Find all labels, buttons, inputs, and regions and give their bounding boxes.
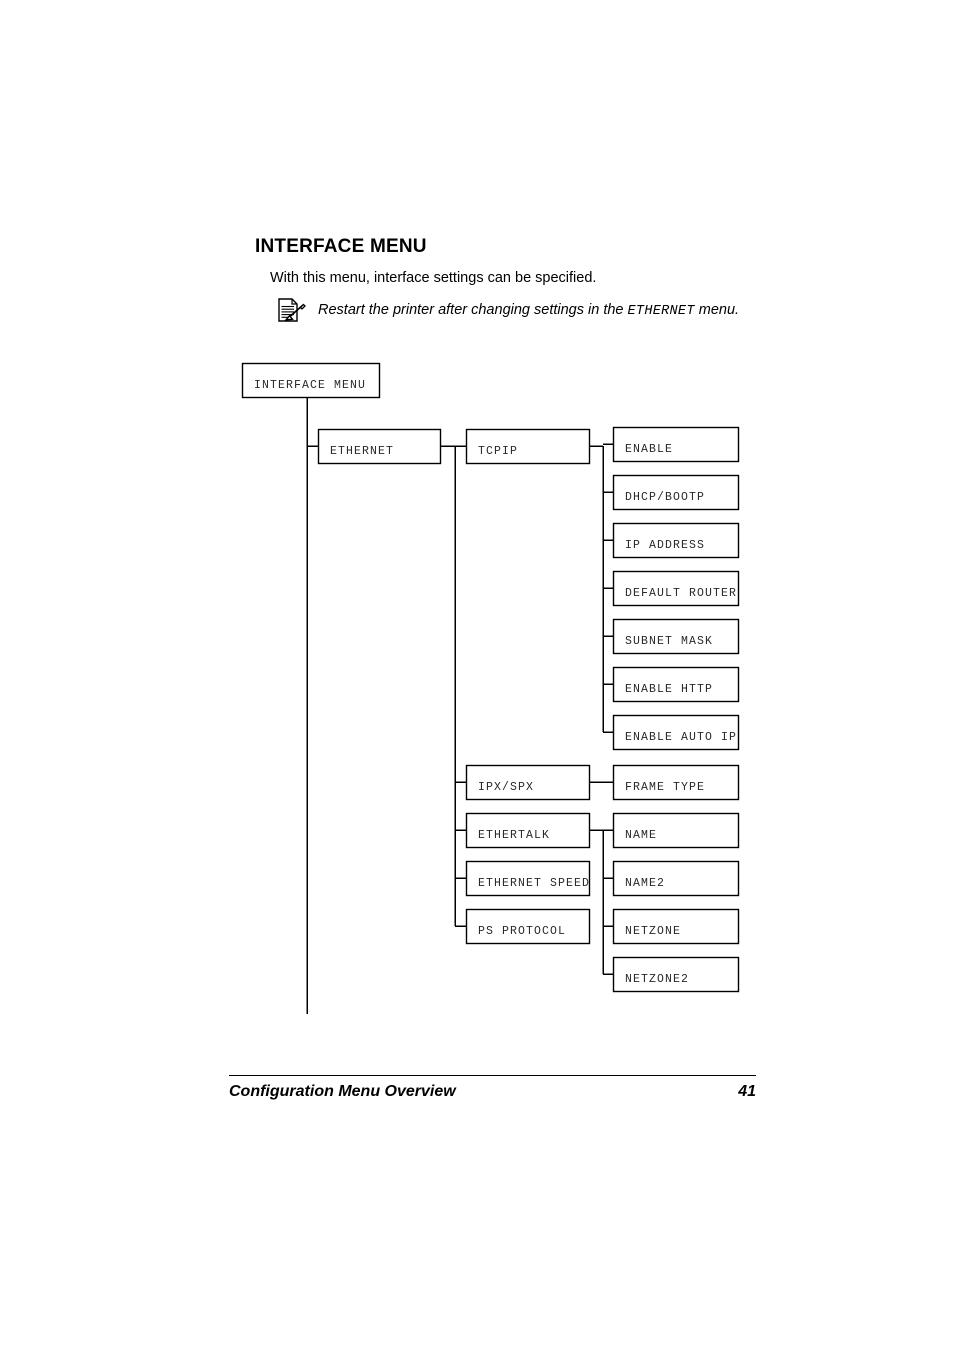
menu-node-label: ETHERTALK [478,829,550,842]
menu-node-netzone2[interactable]: NETZONE2 [612,956,740,993]
menu-node-enable[interactable]: ENABLE [612,426,740,463]
menu-node-label: NETZONE [625,925,681,938]
menu-node-label: NAME [625,829,657,842]
menu-node-enable-auto-ip[interactable]: ENABLE AUTO IP [612,714,740,751]
menu-node-ethernet[interactable]: ETHERNET [317,428,442,465]
menu-node-label: ETHERNET [330,445,394,458]
menu-node-label: IP ADDRESS [625,539,705,552]
diagram-nodes: INTERFACE MENU ETHERNET TCPIP IPX/SPX ETHERT… [241,362,740,993]
menu-node-label: PS PROTOCOL [478,925,566,938]
menu-node-name2[interactable]: NAME2 [612,860,740,897]
menu-node-tcpip[interactable]: TCPIP [465,428,591,465]
menu-node-label: DEFAULT ROUTER [625,587,737,600]
menu-node-ip-address[interactable]: IP ADDRESS [612,522,740,559]
footer-divider [229,1075,756,1076]
menu-tree-diagram: INTERFACE MENU ETHERNET TCPIP IPX/SPX ETHERT… [241,362,740,1014]
footer-page-number: 41 [738,1083,756,1100]
menu-node-ps-protocol[interactable]: PS PROTOCOL [465,908,591,945]
menu-node-dhcp-bootp[interactable]: DHCP/BOOTP [612,474,740,511]
menu-node-netzone[interactable]: NETZONE [612,908,740,945]
menu-node-ipx-spx[interactable]: IPX/SPX [465,764,591,801]
menu-node-label: ENABLE HTTP [625,683,713,696]
menu-node-label: TCPIP [478,445,518,458]
menu-node-enable-http[interactable]: ENABLE HTTP [612,666,740,703]
menu-node-label: NETZONE2 [625,973,689,986]
menu-node-label: IPX/SPX [478,781,534,794]
menu-node-default-router[interactable]: DEFAULT ROUTER [612,570,740,607]
menu-node-name[interactable]: NAME [612,812,740,849]
menu-node-label: ETHERNET SPEED [478,877,590,890]
menu-node-label: ENABLE AUTO IP [625,731,737,744]
menu-node-label: NAME2 [625,877,665,890]
menu-node-label: ENABLE [625,443,673,456]
menu-node-subnet-mask[interactable]: SUBNET MASK [612,618,740,655]
document-page: INTERFACE MENU With this menu, interface… [0,0,954,1351]
menu-node-ethertalk[interactable]: ETHERTALK [465,812,591,849]
menu-node-label: SUBNET MASK [625,635,713,648]
menu-node-label: FRAME TYPE [625,781,705,794]
menu-node-interface-menu[interactable]: INTERFACE MENU [241,362,381,399]
menu-node-label: DHCP/BOOTP [625,491,705,504]
menu-node-ethernet-speed[interactable]: ETHERNET SPEED [465,860,591,897]
menu-node-label: INTERFACE MENU [254,379,366,392]
menu-node-frame-type[interactable]: FRAME TYPE [612,764,740,801]
